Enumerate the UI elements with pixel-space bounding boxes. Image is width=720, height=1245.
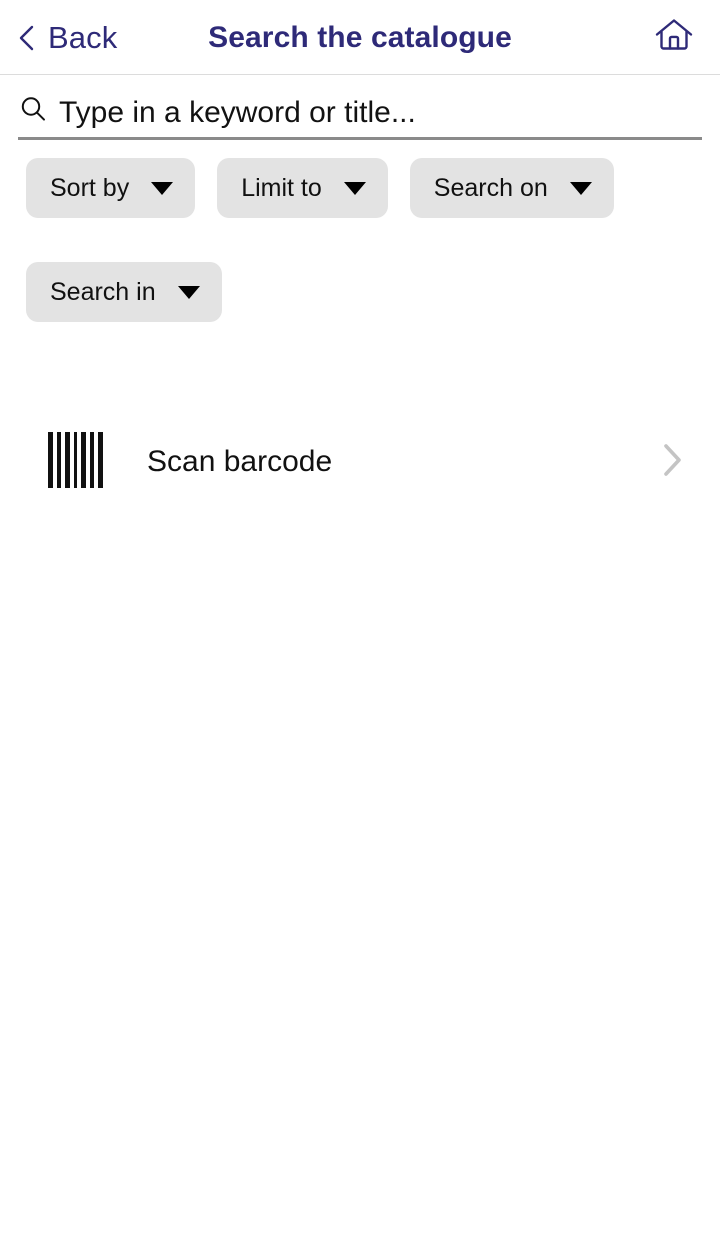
filter-chip-group: Sort by Limit to Search on Search in bbox=[26, 158, 694, 322]
search-icon bbox=[18, 94, 48, 129]
back-button[interactable]: Back bbox=[10, 0, 123, 75]
empty-results-area bbox=[0, 500, 720, 1245]
chevron-down-icon bbox=[343, 181, 366, 195]
sort-by-chip-label: Sort by bbox=[50, 173, 130, 202]
scan-barcode-row[interactable]: Scan barcode bbox=[0, 424, 720, 500]
back-label: Back bbox=[48, 20, 118, 55]
limit-to-chip-label: Limit to bbox=[241, 173, 322, 202]
chevron-down-icon bbox=[569, 181, 592, 195]
app-header: Back Search the catalogue bbox=[0, 0, 720, 75]
barcode-icon bbox=[46, 431, 108, 493]
chevron-left-icon bbox=[16, 24, 36, 52]
chevron-right-icon bbox=[658, 439, 686, 486]
scan-barcode-label: Scan barcode bbox=[147, 445, 333, 478]
search-field[interactable] bbox=[18, 88, 702, 140]
limit-to-chip[interactable]: Limit to bbox=[217, 158, 388, 218]
search-in-chip[interactable]: Search in bbox=[26, 262, 222, 322]
home-button[interactable] bbox=[644, 0, 704, 75]
search-input[interactable] bbox=[59, 90, 702, 135]
search-on-chip[interactable]: Search on bbox=[409, 158, 614, 218]
home-icon bbox=[654, 17, 694, 58]
search-in-chip-label: Search in bbox=[50, 277, 156, 306]
search-catalogue-screen: Back Search the catalogue Sort by bbox=[0, 0, 720, 1245]
sort-by-chip[interactable]: Sort by bbox=[26, 158, 196, 218]
search-on-chip-label: Search on bbox=[433, 173, 548, 202]
chevron-down-icon bbox=[151, 181, 174, 195]
chevron-down-icon bbox=[177, 285, 200, 299]
